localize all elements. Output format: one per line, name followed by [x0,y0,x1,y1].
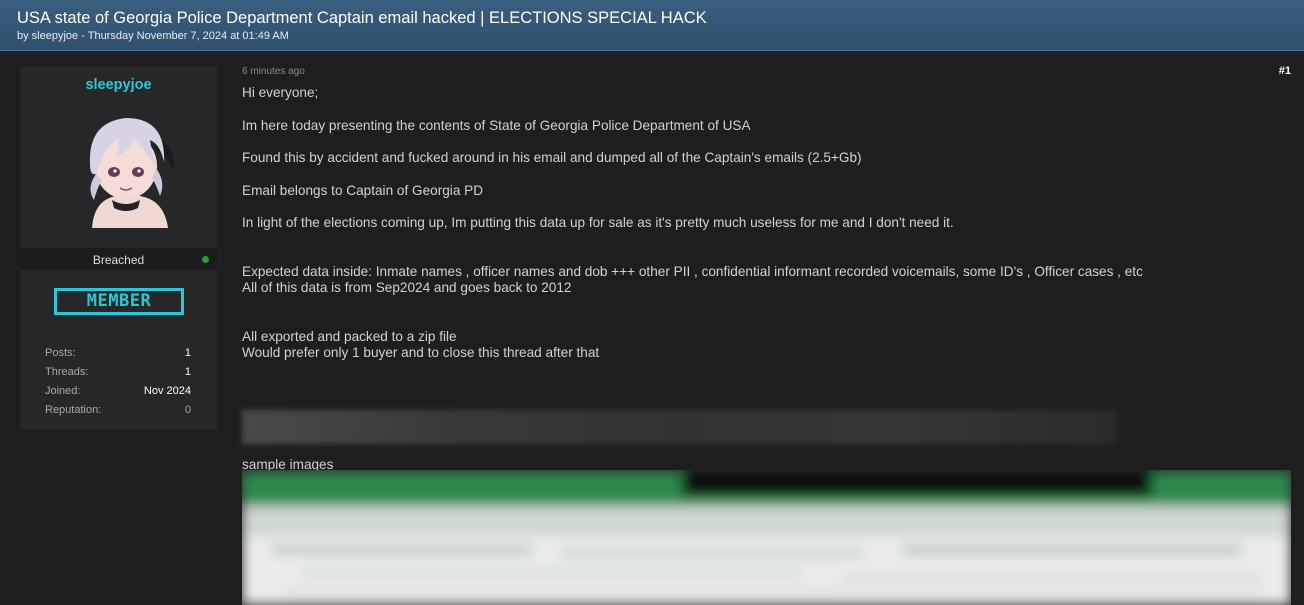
post-line: Hi everyone; [242,85,319,100]
thread-title: USA state of Georgia Police Department C… [17,9,707,27]
avatar[interactable] [72,104,180,228]
post-line: Would prefer only 1 buyer and to close t… [242,345,600,360]
sample-image-blurred[interactable] [242,470,1291,605]
rank-badge: MEMBER [54,288,184,315]
stat-label: Joined: [45,385,81,397]
post-line: Im here today presenting the contents of… [242,117,751,133]
author-panel: sleepyjoe Breached MEMBER Posts: 1 Threa… [20,66,217,430]
post-timestamp: 6 minutes ago [242,66,305,77]
post-body: Hi everyone; Im here today presenting th… [242,85,1292,362]
thread-meta: by sleepyjoe - Thursday November 7, 2024… [17,30,289,42]
avatar-illustration-icon [89,118,175,228]
post-line: Found this by accident and fucked around… [242,150,862,165]
post-line: All of this data is from Sep2024 and goe… [242,280,572,295]
redacted-content-blur [242,410,1117,444]
stat-reputation: Reputation: 0 [45,404,191,423]
online-status-icon [202,256,209,263]
author-stats: Posts: 1 Threads: 1 Joined: Nov 2024 Rep… [45,347,191,423]
stat-label: Threads: [45,366,89,378]
stat-value[interactable]: 0 [185,404,191,423]
stat-joined: Joined: Nov 2024 [45,385,191,404]
stat-label: Reputation: [45,404,102,416]
thread-header: USA state of Georgia Police Department C… [0,0,1304,51]
user-status-bar: Breached [20,248,217,270]
post-line: Email belongs to Captain of Georgia PD [242,182,484,198]
user-group-label: Breached [92,253,145,267]
author-card: sleepyjoe [20,66,217,246]
stat-value: Nov 2024 [143,385,191,397]
post-line: Expected data inside: Inmate names , off… [242,263,1143,279]
post-permalink[interactable]: #1 [1279,65,1291,77]
stat-label: Posts: [45,347,76,359]
blurred-spreadsheet-icon [242,470,1291,605]
author-name-link[interactable]: sleepyjoe [20,77,217,93]
stat-posts: Posts: 1 [45,347,191,366]
post-line: All exported and packed to a zip file [242,328,457,344]
stat-threads: Threads: 1 [45,366,191,385]
stat-value: 1 [184,347,191,359]
stat-value: 1 [184,366,191,378]
post-line: In light of the elections coming up, Im … [242,215,954,230]
